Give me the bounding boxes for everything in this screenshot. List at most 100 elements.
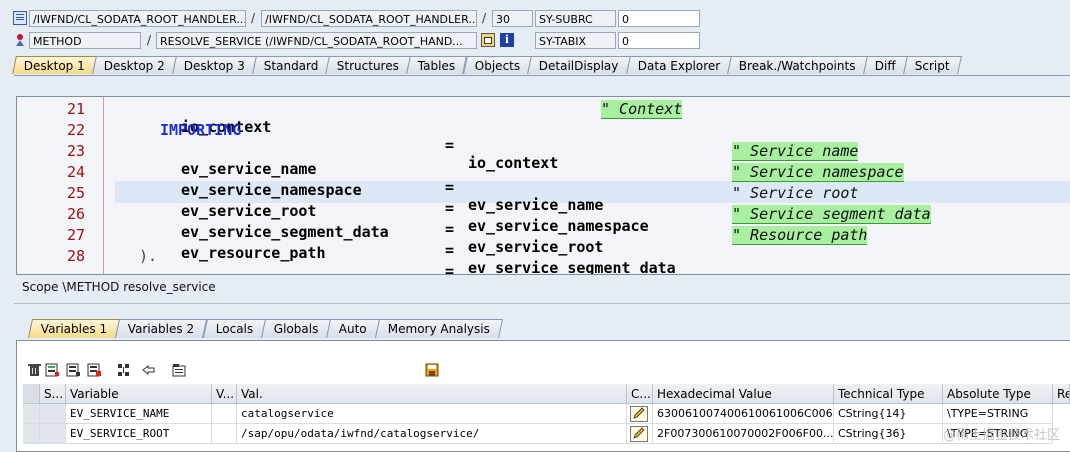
line-field[interactable]: 30 [492,10,533,27]
tab-baseline [14,75,1070,76]
sy-subrc-value[interactable]: 0 [618,10,700,27]
equals-sign: = [445,136,455,154]
method-field[interactable]: RESOLVE_SERVICE (/IWFND/CL_SODATA_ROOT_H… [156,32,477,49]
delete-icon[interactable] [27,363,42,377]
hierarchy-icon[interactable] [116,363,131,377]
tab-auto[interactable]: Auto [326,319,381,338]
column-technical-type[interactable]: Technical Type [834,384,943,404]
line-number: 23 [66,142,85,160]
technical-type: CString{36} [834,424,943,444]
variable-value[interactable]: catalogservice [237,404,627,424]
tab-diff[interactable]: Diff [862,56,908,74]
column-status[interactable] [23,384,40,404]
program-icon [13,11,27,25]
param-name: ev_service_segment_data [181,223,389,241]
param-value: ev_service_name [468,196,604,214]
row-v [212,424,237,444]
variable-tabs: Variables 1 Variables 2 Locals Globals A… [27,319,504,339]
row-status [40,404,66,424]
absolute-type: \TYPE=STRING [943,404,1053,424]
method-icon [13,33,27,47]
comment: " Service name [732,142,859,161]
program-field[interactable]: /IWFND/CL_SODATA_ROOT_HANDLER... [29,10,246,27]
tab-variables-1[interactable]: Variables 1 [27,319,121,338]
watermark: @稀土掘金技术社区 [942,428,1060,443]
save-icon[interactable] [425,363,440,377]
tab-script[interactable]: Script [902,56,962,74]
column-value[interactable]: Val. [237,384,627,404]
equals-sign: = [445,178,455,196]
comment: " Service segment data [732,205,931,224]
param-name: ev_service_namespace [181,181,362,199]
source-code-panel[interactable]: 21 io_context = io_context " Context 22 … [16,96,1070,275]
divider [14,303,1070,304]
column-s[interactable]: S... [40,384,66,404]
sy-tabix-value[interactable]: 0 [618,32,700,49]
separator: / [251,11,256,25]
line-number: 28 [66,247,85,265]
load-layout-icon[interactable] [87,363,102,377]
tab-globals[interactable]: Globals [260,319,332,338]
equals-sign: = [445,262,455,275]
technical-type: CString{14} [834,404,943,424]
column-variable[interactable]: Variable [66,384,212,404]
hex-value: 630061007400610061006C006F00... [653,404,834,424]
row-selector[interactable] [23,424,40,444]
row-selector[interactable] [23,404,40,424]
details-icon[interactable] [172,363,187,377]
tab-desktop-3[interactable]: Desktop 3 [171,56,257,74]
transfer-icon[interactable] [142,363,157,377]
scope-label: Scope \METHOD resolve_service [22,280,216,294]
column-v[interactable]: V... [212,384,237,404]
line-number: 27 [66,226,85,244]
sy-subrc-label: SY-SUBRC [535,10,616,27]
comment: " Context [601,100,683,119]
comment: " Resource path [732,226,868,245]
tab-breakpoints[interactable]: Break./Watchpoints [727,56,868,74]
tab-tables[interactable]: Tables [406,56,468,74]
tab-objects[interactable]: Objects [462,56,533,74]
info-icon[interactable]: i [500,33,514,47]
param-name: ev_resource_path [181,244,326,262]
tab-data-explorer[interactable]: Data Explorer [625,56,733,74]
tab-variables-2[interactable]: Variables 2 [115,319,208,338]
separator: / [147,33,152,47]
equals-sign: = [445,241,455,259]
variable-value[interactable]: /sap/opu/odata/iwfnd/catalogservice/ [237,424,627,444]
hex-value: 2F007300610070002F006F00... [653,424,834,444]
column-re[interactable]: Re [1053,384,1070,404]
save-layout-icon[interactable] [66,363,81,377]
edit-pencil-icon[interactable] [627,404,653,424]
column-absolute-type[interactable]: Absolute Type [943,384,1053,404]
column-hex[interactable]: Hexadecimal Value [653,384,834,404]
tab-detail-display[interactable]: DetailDisplay [527,56,631,74]
row-v [212,404,237,424]
param-value: ev_service_segment_data [468,259,676,275]
param-value: ev_service_root [468,238,604,256]
type-field: METHOD [29,32,141,49]
column-change[interactable]: C... [627,384,653,404]
insert-row-icon[interactable] [45,363,60,377]
tab-desktop-1[interactable]: Desktop 1 [12,56,97,74]
tab-memory-analysis[interactable]: Memory Analysis [375,319,504,338]
separator: / [482,11,487,25]
equals-sign: = [445,220,455,238]
line-number: 22 [66,121,85,139]
tab-locals[interactable]: Locals [202,319,266,338]
comment: " Service root [732,184,859,202]
tab-structures[interactable]: Structures [325,56,412,74]
display-object-icon[interactable] [481,33,495,47]
variable-name[interactable]: EV_SERVICE_NAME [66,404,212,424]
edit-pencil-icon[interactable] [627,424,653,444]
tab-standard[interactable]: Standard [251,56,331,74]
variable-name[interactable]: EV_SERVICE_ROOT [66,424,212,444]
line-number: 26 [66,205,85,223]
row-status [40,424,66,444]
tab-desktop-2[interactable]: Desktop 2 [92,56,177,74]
param-name: ev_service_name [181,160,317,178]
param-value: ev_service_namespace [468,217,649,235]
line-number: 24 [66,163,85,181]
desktop-tabs: Desktop 1 Desktop 2 Desktop 3 Standard S… [12,56,962,75]
param-value: io_context [468,154,559,172]
include-field[interactable]: /IWFND/CL_SODATA_ROOT_HANDLER... [261,10,477,27]
